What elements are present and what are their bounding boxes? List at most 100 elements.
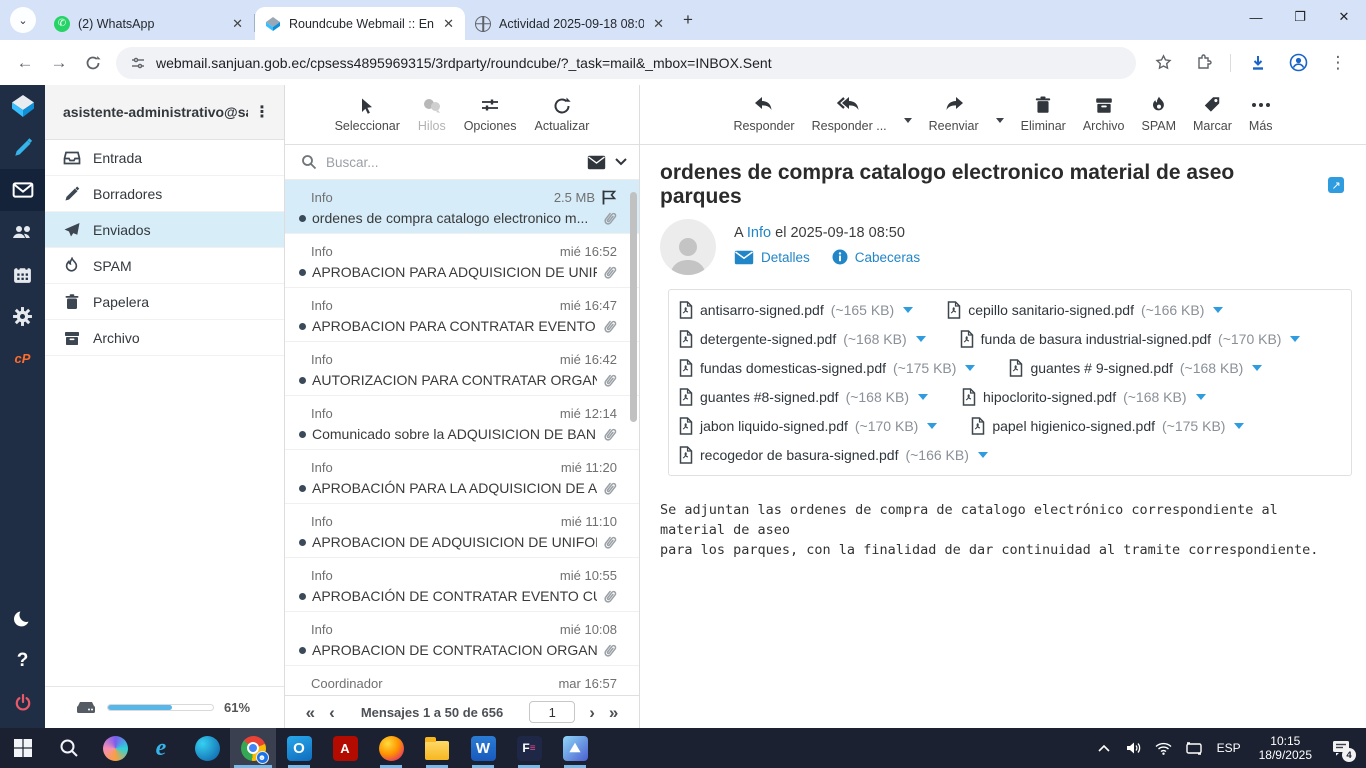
flag-icon[interactable] bbox=[601, 189, 617, 206]
spam-button[interactable]: SPAM bbox=[1142, 94, 1177, 133]
dark-mode-moon-icon[interactable] bbox=[0, 598, 45, 640]
list-item[interactable]: Infomié 12:14 Comunicado sobre la ADQUIS… bbox=[285, 396, 639, 450]
archive-button[interactable]: Archivo bbox=[1083, 94, 1125, 133]
attachment-link[interactable]: fundas domesticas-signed.pdf(~175 KB) bbox=[679, 356, 975, 380]
forward-dropdown-icon[interactable] bbox=[996, 118, 1004, 123]
outlook-button[interactable]: O bbox=[276, 728, 322, 768]
volume-icon[interactable] bbox=[1121, 728, 1147, 768]
attachment-menu-icon[interactable] bbox=[1196, 394, 1206, 400]
scope-envelope-icon[interactable] bbox=[587, 155, 606, 170]
attachment-link[interactable]: hipoclorito-signed.pdf(~168 KB) bbox=[962, 385, 1206, 409]
photos-button[interactable]: ⛰ bbox=[552, 728, 598, 768]
attachment-menu-icon[interactable] bbox=[1213, 307, 1223, 313]
logout-power-icon[interactable] bbox=[0, 682, 45, 724]
search-input[interactable] bbox=[326, 155, 578, 170]
page-input[interactable] bbox=[529, 701, 575, 723]
delete-button[interactable]: Eliminar bbox=[1021, 94, 1066, 133]
attachment-link[interactable]: guantes # 9-signed.pdf(~168 KB) bbox=[1009, 356, 1262, 380]
attachment-menu-icon[interactable] bbox=[918, 394, 928, 400]
minimize-button[interactable]: — bbox=[1234, 0, 1278, 34]
settings-gear-icon[interactable] bbox=[0, 295, 45, 337]
attachment-link[interactable]: jabon liquido-signed.pdf(~170 KB) bbox=[679, 414, 937, 438]
display-connect-icon[interactable] bbox=[1181, 728, 1207, 768]
tab-search-button[interactable]: ⌄ bbox=[10, 7, 36, 33]
folder-entrada[interactable]: Entrada bbox=[45, 140, 284, 176]
bookmark-star-icon[interactable] bbox=[1146, 46, 1180, 80]
compose-button[interactable] bbox=[0, 127, 45, 169]
reply-all-dropdown-icon[interactable] bbox=[904, 118, 912, 123]
wifi-icon[interactable] bbox=[1151, 728, 1177, 768]
chrome-button[interactable]: ☻ bbox=[230, 728, 276, 768]
list-item[interactable]: Infomié 10:55 APROBACIÓN DE CONTRATAR EV… bbox=[285, 558, 639, 612]
tab-actividad[interactable]: Actividad 2025-09-18 08:00:00 ✕ bbox=[465, 7, 675, 40]
tab-roundcube[interactable]: Roundcube Webmail :: Enviados ✕ bbox=[255, 7, 465, 40]
language-indicator[interactable]: ESP bbox=[1211, 741, 1247, 755]
folder-papelera[interactable]: Papelera bbox=[45, 284, 284, 320]
list-scrollbar[interactable] bbox=[630, 192, 637, 422]
tab-whatsapp[interactable]: ✆ (2) WhatsApp ✕ bbox=[44, 7, 254, 40]
taskbar-search-button[interactable] bbox=[46, 728, 92, 768]
url-bar[interactable]: webmail.sanjuan.gob.ec/cpsess4895969315/… bbox=[116, 47, 1136, 79]
attachment-menu-icon[interactable] bbox=[965, 365, 975, 371]
folder-options-icon[interactable]: ⋮ bbox=[248, 102, 276, 122]
list-item[interactable]: Infomié 10:08 APROBACION DE CONTRATACION… bbox=[285, 612, 639, 666]
attachment-menu-icon[interactable] bbox=[1252, 365, 1262, 371]
threads-button[interactable]: Hilos bbox=[418, 96, 446, 133]
attachment-link[interactable]: detergente-signed.pdf(~168 KB) bbox=[679, 327, 926, 351]
close-icon[interactable]: ✕ bbox=[229, 16, 246, 32]
notification-center-button[interactable]: 4 bbox=[1324, 728, 1358, 768]
attachment-menu-icon[interactable] bbox=[1290, 336, 1300, 342]
details-link[interactable]: Detalles bbox=[734, 249, 810, 265]
chevron-down-icon[interactable] bbox=[615, 158, 627, 166]
folder-enviados[interactable]: Enviados bbox=[45, 212, 284, 248]
folder-archivo[interactable]: Archivo bbox=[45, 320, 284, 356]
close-window-button[interactable]: ✕ bbox=[1322, 0, 1366, 34]
next-page-button[interactable]: › bbox=[589, 704, 595, 721]
list-item[interactable]: Coordinadormar 16:57 bbox=[285, 666, 639, 695]
profile-icon[interactable] bbox=[1281, 46, 1315, 80]
downloads-icon[interactable] bbox=[1241, 46, 1275, 80]
forward-button[interactable]: Reenviar bbox=[929, 94, 979, 133]
mark-button[interactable]: Marcar bbox=[1193, 94, 1232, 133]
acrobat-button[interactable]: A bbox=[322, 728, 368, 768]
folder-spam[interactable]: SPAM bbox=[45, 248, 284, 284]
list-item[interactable]: Infomié 16:47 APROBACION PARA CONTRATAR … bbox=[285, 288, 639, 342]
list-item[interactable]: Info 2.5 MB ordenes de compra catalogo e… bbox=[285, 180, 639, 234]
new-tab-button[interactable]: + bbox=[683, 10, 693, 30]
reply-all-button[interactable]: Responder ... bbox=[812, 94, 887, 133]
cpanel-icon[interactable]: cP bbox=[0, 337, 45, 379]
list-item[interactable]: Infomié 11:20 APROBACIÓN PARA LA ADQUISI… bbox=[285, 450, 639, 504]
attachment-menu-icon[interactable] bbox=[1234, 423, 1244, 429]
headers-link[interactable]: Cabeceras bbox=[832, 249, 920, 265]
copilot-button[interactable] bbox=[92, 728, 138, 768]
refresh-button[interactable]: Actualizar bbox=[535, 96, 590, 133]
list-item[interactable]: Infomié 11:10 APROBACION DE ADQUISICION … bbox=[285, 504, 639, 558]
calendar-nav-button[interactable] bbox=[0, 253, 45, 295]
first-page-button[interactable]: « bbox=[306, 704, 315, 721]
attachment-menu-icon[interactable] bbox=[916, 336, 926, 342]
help-icon[interactable]: ? bbox=[0, 640, 45, 682]
last-page-button[interactable]: » bbox=[609, 704, 618, 721]
more-button[interactable]: Más bbox=[1249, 94, 1273, 133]
extensions-icon[interactable] bbox=[1186, 46, 1220, 80]
attachment-link[interactable]: papel higienico-signed.pdf(~175 KB) bbox=[971, 414, 1244, 438]
attachment-menu-icon[interactable] bbox=[927, 423, 937, 429]
contacts-nav-button[interactable] bbox=[0, 211, 45, 253]
close-icon[interactable]: ✕ bbox=[650, 16, 667, 32]
attachment-menu-icon[interactable] bbox=[978, 452, 988, 458]
edge-button[interactable] bbox=[184, 728, 230, 768]
select-button[interactable]: Seleccionar bbox=[335, 96, 400, 133]
options-button[interactable]: Opciones bbox=[464, 96, 517, 133]
fs-app-button[interactable]: F≡ bbox=[506, 728, 552, 768]
browser-menu-icon[interactable]: ⋮ bbox=[1321, 46, 1355, 80]
list-item[interactable]: Infomié 16:42 AUTORIZACION PARA CONTRATA… bbox=[285, 342, 639, 396]
attachment-link[interactable]: guantes #8-signed.pdf(~168 KB) bbox=[679, 385, 928, 409]
tray-expand-icon[interactable] bbox=[1091, 728, 1117, 768]
attachment-link[interactable]: antisarro-signed.pdf(~165 KB) bbox=[679, 298, 913, 322]
attachment-link[interactable]: recogedor de basura-signed.pdf(~166 KB) bbox=[679, 443, 988, 467]
back-button[interactable]: ← bbox=[8, 46, 42, 80]
recipient-link[interactable]: Info bbox=[747, 225, 771, 241]
word-button[interactable]: W bbox=[460, 728, 506, 768]
list-item[interactable]: Infomié 16:52 APROBACION PARA ADQUISICIO… bbox=[285, 234, 639, 288]
start-button[interactable] bbox=[0, 728, 46, 768]
